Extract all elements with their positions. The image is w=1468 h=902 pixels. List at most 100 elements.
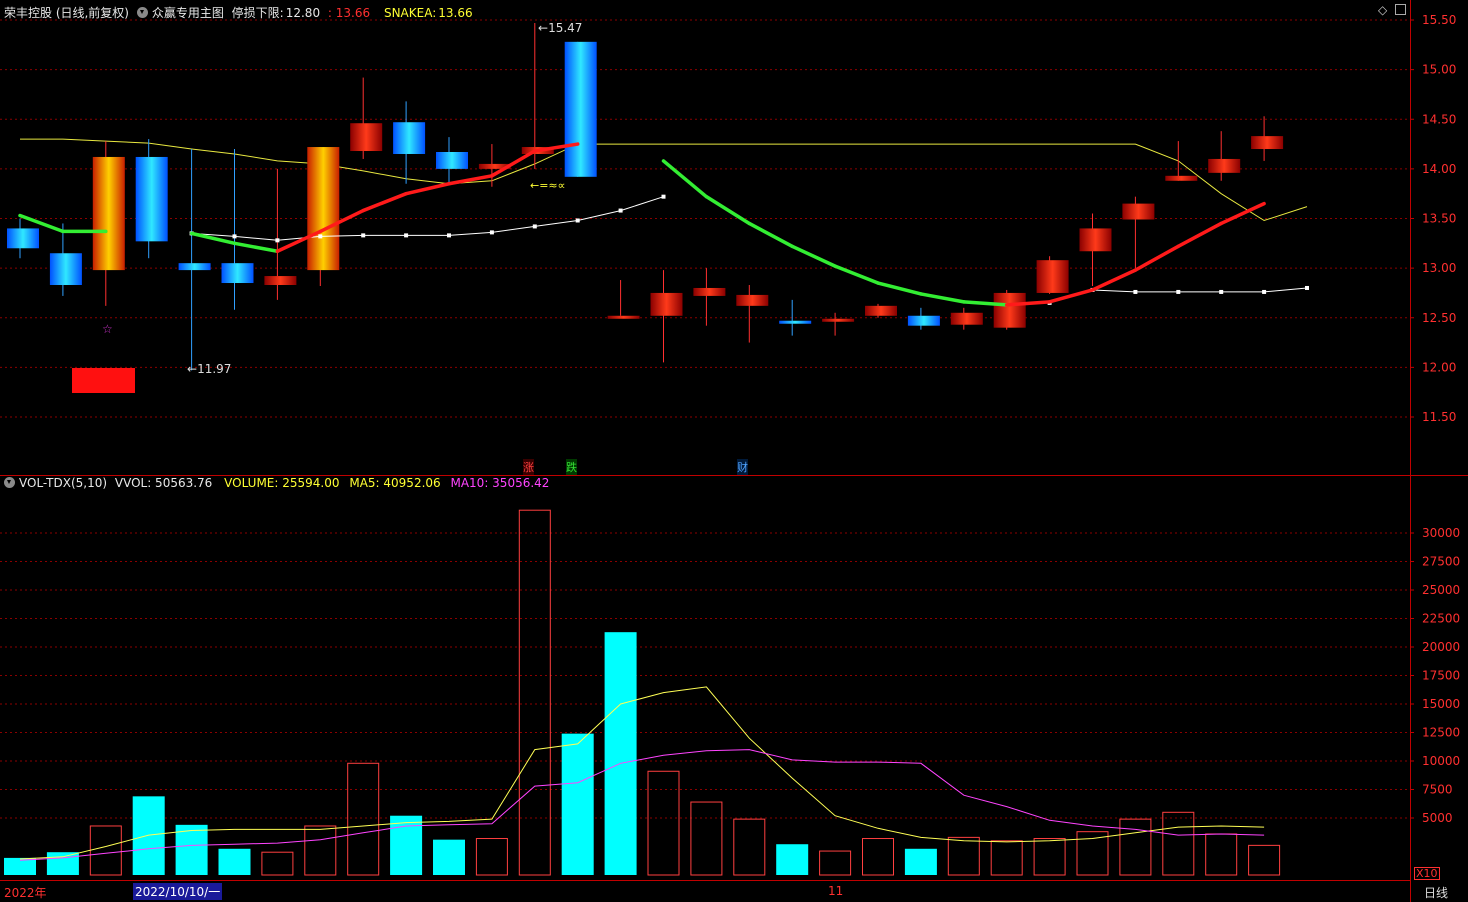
low-price-annotation: ←11.97 <box>187 362 232 376</box>
volume-bar <box>304 825 337 876</box>
trailing-stop-dot <box>404 233 409 238</box>
trailing-stop-dot <box>447 233 451 238</box>
event-tag-fall[interactable]: 跌 <box>566 459 577 475</box>
trailing-stop-dot <box>232 234 237 239</box>
arrow-mark-annotation: ←=≈∝ <box>530 179 566 192</box>
ma5-value: MA5: 40952.06 <box>349 476 441 490</box>
trailing-stop-dot <box>1176 289 1181 294</box>
signal-block <box>72 368 135 393</box>
trailing-stop-dot <box>618 208 623 213</box>
volume-bar <box>4 857 36 875</box>
candle-body <box>135 156 168 242</box>
volume-bar <box>218 848 251 875</box>
volume-bar <box>561 733 594 875</box>
snake-line-segment <box>747 221 794 249</box>
volume-bar <box>862 838 894 876</box>
main-chart-name[interactable]: 众赢专用主图 <box>152 6 224 20</box>
trailing-stop-dot <box>1262 289 1267 294</box>
event-tag-rise[interactable]: 涨 <box>523 459 534 475</box>
candle-body <box>49 253 82 285</box>
candle-body <box>822 318 855 322</box>
volume-menu-icon[interactable] <box>4 477 15 488</box>
volume-bar <box>347 762 380 876</box>
snake-line-segment <box>661 159 709 199</box>
candle-body <box>307 147 340 271</box>
volume-tick-label: 12500 <box>1422 726 1460 740</box>
candle-body <box>221 263 254 284</box>
snake-line-segment <box>876 281 923 296</box>
price-tick-label: 13.00 <box>1422 261 1456 275</box>
volume-bar <box>1162 811 1195 876</box>
volume-bar <box>175 824 208 875</box>
trailing-stop-dot <box>575 218 580 223</box>
price-tick-label: 15.50 <box>1422 13 1456 27</box>
candle-body <box>950 312 983 325</box>
indicator-menu-icon[interactable] <box>136 7 148 18</box>
trailing-stop-dot <box>275 238 280 243</box>
candle-body <box>436 152 468 169</box>
candle-body <box>1122 203 1155 220</box>
stock-name[interactable]: 荣丰控股 (日线,前复权) <box>4 6 129 20</box>
snake-line-segment <box>919 292 966 304</box>
volume-header: VOL-TDX(5,10) VVOL: 50563.76 VOLUME: 255… <box>4 476 553 490</box>
axis-month-label: 11 <box>828 884 844 898</box>
candle-body <box>178 263 211 271</box>
volume-tick-label: 10000 <box>1422 754 1460 768</box>
axis-year-label: 2022年 <box>4 886 47 900</box>
candle-body <box>1208 158 1241 173</box>
candle-body <box>393 122 426 154</box>
volume-bar <box>390 815 423 875</box>
candle-body <box>693 287 726 296</box>
candle-body <box>1079 228 1112 252</box>
volume-bar <box>776 844 809 875</box>
volume-bar <box>433 839 465 875</box>
price-tick-label: 14.50 <box>1422 112 1456 126</box>
period-label[interactable]: 日线 <box>1424 884 1448 901</box>
low-price-value: 11.97 <box>197 362 232 376</box>
price-tick-label: 12.00 <box>1422 360 1456 374</box>
candle-body <box>1251 136 1284 150</box>
snakea-value: 13.66 <box>438 6 473 20</box>
volume-indicator-name[interactable]: VOL-TDX(5,10) <box>19 476 107 490</box>
stop-loss-label: 停损下限: <box>231 6 284 20</box>
main-chart-header: 荣丰控股 (日线,前复权) 众赢专用主图 停损下限: 12.80 : 13.66 … <box>4 4 477 21</box>
diamond-icon[interactable]: ◇ <box>1378 3 1387 17</box>
candle-body <box>7 228 39 249</box>
resistance-line <box>20 138 1308 222</box>
snake-line-segment <box>704 194 752 226</box>
candle-body <box>1165 175 1198 181</box>
volume-value: VOLUME: 25594.00 <box>224 476 340 490</box>
volume-bar <box>1248 844 1281 876</box>
snake-line-segment <box>1176 221 1223 249</box>
high-price-annotation: ←15.47 <box>538 21 583 35</box>
volume-tick-label: 17500 <box>1422 669 1460 683</box>
volume-tick-label: 30000 <box>1422 526 1460 540</box>
snake-line-segment <box>1133 244 1181 272</box>
panel-toggle-icon[interactable] <box>1395 4 1407 15</box>
stop-loss-extra: : 13.66 <box>327 6 371 20</box>
volume-tick-label: 15000 <box>1422 697 1460 711</box>
event-tag-finance[interactable]: 财 <box>737 459 748 475</box>
volume-bar <box>690 801 723 876</box>
volume-bar <box>89 825 122 876</box>
scale-mark[interactable]: X10 <box>1414 867 1440 880</box>
trailing-stop-dot <box>661 194 666 199</box>
volume-bar <box>947 836 980 876</box>
candle-body <box>264 276 297 285</box>
stop-loss-value: 12.80 <box>285 6 321 20</box>
price-tick-label: 11.50 <box>1422 410 1456 424</box>
volume-tick-label: 7500 <box>1422 783 1453 797</box>
candle-body <box>607 315 640 319</box>
stock-chart-canvas[interactable]: 15.50 15.00 14.50 14.00 13.50 13.00 12.50 12.00… <box>0 0 1468 902</box>
candle-body <box>1036 260 1069 293</box>
candle-body <box>993 292 1026 328</box>
snakea-label: SNAKEA: <box>383 6 437 20</box>
candle-body <box>92 156 125 271</box>
volume-bar <box>518 509 551 876</box>
snake-line-segment <box>833 264 880 285</box>
trailing-stop-line <box>191 196 664 241</box>
trailing-stop-dot <box>489 230 494 235</box>
volume-tick-label: 25000 <box>1422 583 1460 597</box>
volume-bar <box>647 770 680 876</box>
snake-line-segment <box>232 241 280 254</box>
